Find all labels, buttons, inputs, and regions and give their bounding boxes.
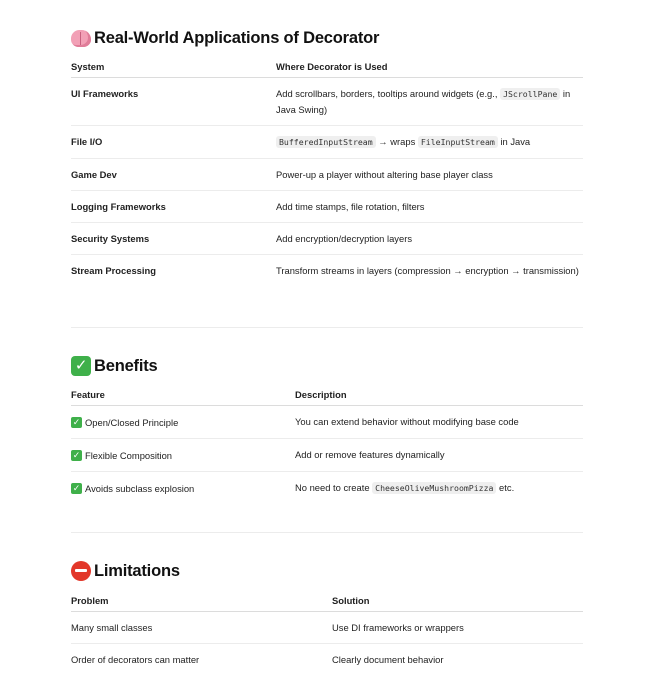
- feature-label: Flexible Composition: [85, 450, 173, 461]
- feature-label: Open/Closed Principle: [85, 417, 179, 428]
- code-span: BufferedInputStream: [276, 136, 376, 148]
- description-cell: No need to create CheeseOliveMushroomPiz…: [295, 472, 583, 505]
- usage-cell: BufferedInputStream → wraps FileInputStr…: [276, 125, 583, 159]
- limitations-title: Limitations: [94, 561, 180, 580]
- limitations-table: Problem Solution Many small classes Use …: [71, 589, 583, 675]
- table-row: ✓ Avoids subclass explosion No need to cr…: [71, 472, 583, 505]
- check-mark-icon: ✓: [71, 483, 82, 494]
- usage-cell: Power-up a player without altering base …: [276, 158, 583, 191]
- table-row: Order of decorators can matter Clearly d…: [71, 644, 583, 676]
- usage-text: in Java: [497, 136, 531, 147]
- table-row: Logging Frameworks Add time stamps, file…: [71, 190, 583, 223]
- feature-cell: ✓ Flexible Composition: [71, 438, 295, 472]
- table-row: Stream Processing Transform streams in l…: [71, 255, 583, 287]
- description-text: No need to create: [295, 482, 373, 493]
- usage-cell: Transform streams in layers (compression…: [276, 265, 579, 276]
- feature-cell: ✓ Open/Closed Principle: [71, 405, 295, 439]
- system-cell: Security Systems: [71, 222, 276, 255]
- applications-title: Real-World Applications of Decorator: [94, 28, 380, 47]
- system-cell: Game Dev: [71, 158, 276, 191]
- feature-cell: ✓ Avoids subclass explosion: [71, 472, 295, 505]
- problem-cell: Many small classes: [71, 611, 332, 644]
- brain-icon: [71, 29, 91, 47]
- usage-cell: Add time stamps, file rotation, filters: [276, 190, 583, 223]
- description-cell: Add or remove features dynamically: [295, 438, 583, 472]
- system-cell: Logging Frameworks: [71, 190, 276, 223]
- description-cell: You can extend behavior without modifyin…: [295, 405, 583, 439]
- problem-cell: Order of decorators can matter: [71, 654, 200, 665]
- table-row: UI Frameworks Add scrollbars, borders, t…: [71, 77, 583, 126]
- limitations-heading: Limitations: [71, 559, 180, 583]
- usage-text: → wraps: [375, 136, 418, 147]
- system-cell: File I/O: [71, 125, 276, 159]
- system-cell: UI Frameworks: [71, 77, 276, 126]
- solution-cell: Use DI frameworks or wrappers: [332, 611, 583, 644]
- usage-cell: Add scrollbars, borders, tooltips around…: [276, 77, 583, 126]
- code-span: CheeseOliveMushroomPizza: [372, 482, 497, 494]
- table-row: ✓ Open/Closed Principle You can extend be…: [71, 405, 583, 439]
- column-header-where-used: Where Decorator is Used: [276, 55, 583, 78]
- column-header-solution: Solution: [332, 589, 583, 612]
- code-span: FileInputStream: [417, 136, 498, 148]
- column-header-description: Description: [295, 383, 583, 406]
- column-header-problem: Problem: [71, 589, 332, 612]
- table-header-row: Problem Solution: [71, 589, 583, 612]
- applications-table: System Where Decorator is Used UI Framew…: [71, 55, 583, 286]
- benefits-heading: ✓ Benefits: [71, 354, 158, 378]
- benefits-table: Feature Description ✓ Open/Closed Princip…: [71, 383, 583, 504]
- stop-sign-icon: [71, 561, 91, 581]
- table-row: Security Systems Add encryption/decrypti…: [71, 222, 583, 255]
- column-header-feature: Feature: [71, 383, 295, 406]
- table-row: Many small classes Use DI frameworks or …: [71, 611, 583, 644]
- check-mark-icon: ✓: [71, 417, 82, 428]
- table-header-row: Feature Description: [71, 383, 583, 406]
- system-cell: Stream Processing: [71, 265, 156, 276]
- table-row: Game Dev Power-up a player without alter…: [71, 158, 583, 191]
- check-mark-icon: ✓: [71, 450, 82, 461]
- code-span: JScrollPane: [500, 88, 561, 100]
- section-divider: [71, 532, 583, 533]
- table-row: File I/O BufferedInputStream → wraps Fil…: [71, 125, 583, 159]
- solution-cell: Clearly document behavior: [332, 654, 444, 665]
- usage-cell: Add encryption/decryption layers: [276, 222, 583, 255]
- usage-text: Add scrollbars, borders, tooltips around…: [276, 88, 501, 99]
- description-text: etc.: [496, 482, 515, 493]
- table-row: ✓ Flexible Composition Add or remove feat…: [71, 438, 583, 472]
- table-header-row: System Where Decorator is Used: [71, 55, 583, 78]
- section-divider: [71, 327, 583, 328]
- applications-heading: Real-World Applications of Decorator: [71, 26, 379, 50]
- feature-label: Avoids subclass explosion: [85, 483, 195, 494]
- benefits-title: Benefits: [94, 356, 158, 375]
- check-mark-icon: ✓: [71, 356, 91, 376]
- column-header-system: System: [71, 55, 276, 78]
